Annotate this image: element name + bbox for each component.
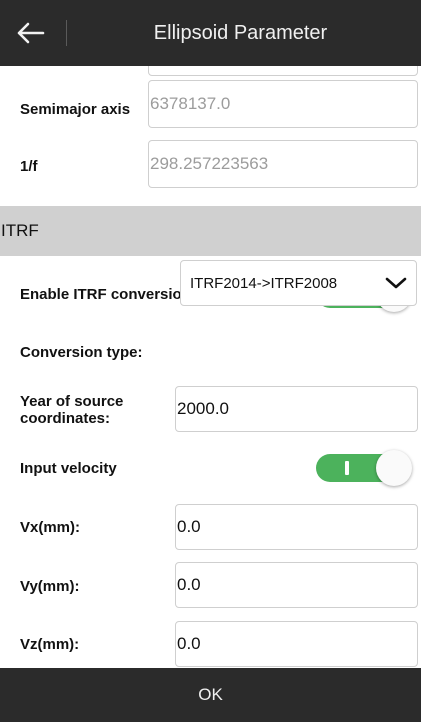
itrf-section-title: ITRF xyxy=(1,221,39,240)
vy-input[interactable]: 0.0 xyxy=(175,562,418,608)
input-velocity-label: Input velocity xyxy=(20,460,117,477)
semimajor-axis-label: Semimajor axis xyxy=(20,101,131,118)
semimajor-axis-field: 6378137.0 xyxy=(148,80,418,128)
vz-input[interactable]: 0.0 xyxy=(175,621,418,667)
year-source-input[interactable]: 2000.0 xyxy=(175,386,418,432)
page-title: Ellipsoid Parameter xyxy=(153,22,328,44)
vx-label: Vx(mm): xyxy=(20,519,81,536)
conversion-type-select[interactable]: ITRF2014->ITRF2008 xyxy=(180,260,417,306)
settings-scroll-area[interactable]: Semimajor axis 6378137.0 1/f 298.2572235… xyxy=(0,66,421,668)
chevron-down-icon xyxy=(385,277,407,289)
inverse-flattening-label: 1/f xyxy=(20,158,38,175)
itrf-section-header: ITRF xyxy=(0,206,421,256)
conversion-type-label: Conversion type: xyxy=(20,344,143,361)
arrow-left-icon xyxy=(17,22,45,44)
ok-button[interactable]: OK xyxy=(0,668,421,722)
vz-label: Vz(mm): xyxy=(20,636,80,653)
input-velocity-toggle[interactable] xyxy=(316,450,416,486)
toggle-knob xyxy=(376,450,412,486)
back-button[interactable] xyxy=(8,12,52,54)
vx-input[interactable]: 0.0 xyxy=(175,504,418,550)
previous-field xyxy=(148,66,418,76)
vy-label: Vy(mm): xyxy=(20,578,80,595)
enable-itrf-label: Enable ITRF conversion xyxy=(20,286,191,303)
year-source-label: Year of source coordinates: xyxy=(20,393,124,427)
inverse-flattening-field: 298.257223563 xyxy=(148,140,418,188)
header-divider xyxy=(66,20,67,46)
toggle-on-indicator xyxy=(345,461,349,475)
conversion-type-value: ITRF2014->ITRF2008 xyxy=(190,274,338,292)
title-bar: Ellipsoid Parameter xyxy=(0,0,421,66)
